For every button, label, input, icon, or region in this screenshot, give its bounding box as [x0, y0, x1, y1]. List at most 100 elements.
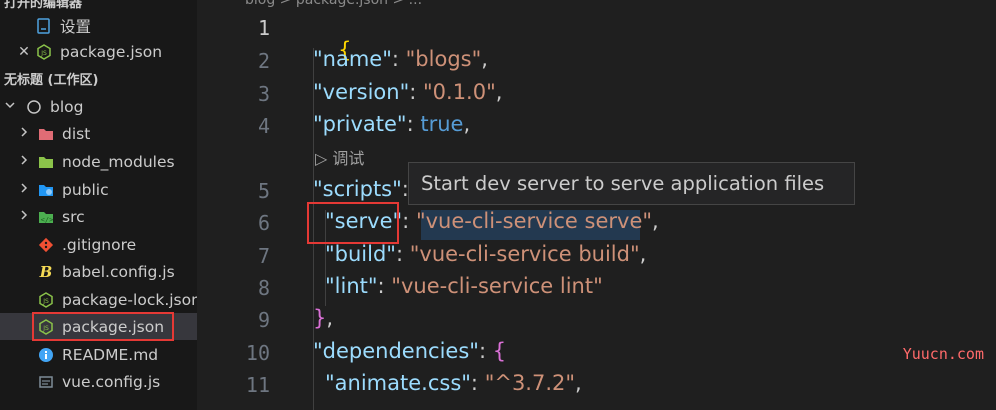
- workspace-header-label: 无标题 (工作区): [4, 72, 99, 88]
- json-string: "vue-cli-service lint": [391, 274, 603, 298]
- tree-item-vue-config[interactable]: vue.config.js: [0, 368, 197, 395]
- code-line-5[interactable]: "scripts":: [313, 177, 409, 201]
- nodejs-file-icon: JS: [36, 43, 52, 60]
- brace: }: [313, 306, 327, 330]
- punct: :: [377, 274, 392, 298]
- json-key: "scripts": [313, 177, 402, 201]
- line-number: 2: [257, 49, 270, 73]
- json-key: "animate.css": [325, 371, 471, 395]
- tree-item-label: vue.config.js: [62, 372, 161, 391]
- folder-circle-icon: [26, 99, 42, 115]
- chevron-right-icon: [18, 126, 30, 142]
- json-key: "version": [313, 80, 410, 104]
- settings-file-icon: [36, 17, 52, 34]
- json-key: "private": [313, 112, 407, 136]
- tree-item-package-lock-json[interactable]: JS package-lock.json: [0, 286, 197, 313]
- svg-text:JS: JS: [40, 50, 47, 57]
- punct: ,: [639, 242, 647, 266]
- svg-text:</>: </>: [41, 216, 54, 224]
- punct: :: [409, 80, 423, 104]
- json-key: "dependencies": [313, 339, 479, 363]
- code-line-3[interactable]: "version": "0.1.0",: [313, 80, 502, 104]
- punct: ,: [463, 112, 471, 136]
- src-folder-icon: </>: [38, 209, 54, 225]
- json-string: "blogs": [405, 47, 482, 71]
- nodejs-file-icon: JS: [38, 291, 54, 308]
- code-line-8[interactable]: "lint": "vue-cli-service lint": [325, 274, 603, 298]
- annotation-highlight-box: [307, 202, 399, 244]
- code-line-7[interactable]: "build": "vue-cli-service build",: [325, 242, 646, 266]
- root-folder-blog[interactable]: blog: [0, 93, 197, 120]
- annotation-highlight-box: [32, 312, 174, 341]
- punct: ,: [575, 371, 582, 395]
- tree-item-node-modules[interactable]: node_modules: [0, 148, 197, 175]
- tooltip-text: Start dev server to serve application fi…: [421, 172, 825, 195]
- vscode-window: 打开的编辑器 设置 ✕ JS package.json 无标题 (工作区) bl…: [0, 0, 996, 410]
- tree-item-label: README.md: [62, 345, 159, 364]
- tree-item-gitignore[interactable]: .gitignore: [0, 231, 197, 258]
- punct: :: [406, 112, 421, 136]
- punct: :: [470, 371, 485, 395]
- code-editor[interactable]: blog > package.json > ... 1 2 3 4 5 6 7 …: [197, 0, 996, 410]
- svg-text:JS: JS: [42, 298, 49, 305]
- open-editor-label: package.json: [60, 42, 163, 61]
- punct: ,: [481, 47, 488, 71]
- code-line-4[interactable]: "private": true,: [313, 112, 470, 136]
- line-number: 11: [245, 373, 270, 397]
- tree-item-label: node_modules: [62, 152, 175, 171]
- js-config-file-icon: [38, 374, 54, 390]
- json-string: "0.1.0": [423, 80, 496, 104]
- debug-codelens[interactable]: ▷ 调试: [315, 145, 364, 169]
- line-number: 10: [245, 341, 270, 365]
- punct: :: [395, 242, 410, 266]
- json-key: "name": [313, 47, 392, 71]
- tree-item-label: babel.config.js: [62, 262, 175, 281]
- tree-item-src[interactable]: </> src: [0, 203, 197, 230]
- punct: :: [478, 339, 493, 363]
- code-line-2[interactable]: "name": "blogs",: [313, 47, 488, 71]
- json-key: "lint": [325, 274, 378, 298]
- workspace-header[interactable]: 无标题 (工作区): [0, 66, 197, 90]
- tree-item-label: package-lock.json: [62, 290, 197, 309]
- node-modules-folder-icon: [38, 154, 54, 170]
- dist-folder-icon: [38, 126, 54, 142]
- open-editor-package-json[interactable]: ✕ JS package.json: [0, 38, 197, 65]
- hover-tooltip: Start dev server to serve application fi…: [408, 162, 855, 205]
- chevron-right-icon: [18, 209, 30, 225]
- breadcrumb[interactable]: blog > package.json > ...: [197, 0, 422, 8]
- public-folder-icon: [38, 182, 54, 198]
- chevron-down-icon: [4, 99, 16, 115]
- line-number: 1: [257, 16, 270, 40]
- tree-item-label: src: [62, 207, 85, 226]
- code-line-11[interactable]: "animate.css": "^3.7.2",: [325, 371, 582, 395]
- line-number: 9: [257, 308, 270, 332]
- open-editor-label: 设置: [60, 17, 92, 36]
- code-line-10[interactable]: "dependencies": {: [313, 339, 506, 363]
- chevron-right-icon: [18, 182, 30, 198]
- code-line-9[interactable]: },: [313, 306, 333, 330]
- open-editors-header-label: 打开的编辑器: [4, 0, 83, 11]
- punct: :: [402, 209, 416, 233]
- json-string: "vue-cli-service serve": [415, 209, 653, 233]
- tree-item-babel-config[interactable]: B babel.config.js: [0, 258, 197, 285]
- json-key: "build": [325, 242, 396, 266]
- open-editor-settings[interactable]: 设置: [0, 12, 197, 39]
- tree-item-label: .gitignore: [62, 235, 137, 254]
- line-number: 7: [257, 244, 270, 268]
- chevron-right-icon: [18, 154, 30, 170]
- line-number: 6: [257, 211, 270, 235]
- punct: :: [391, 47, 406, 71]
- json-string: "vue-cli-service build": [409, 242, 640, 266]
- root-folder-label: blog: [50, 97, 84, 116]
- json-boolean: true: [420, 112, 464, 136]
- git-file-icon: [38, 237, 54, 253]
- close-icon[interactable]: ✕: [18, 44, 30, 60]
- explorer-sidebar: 打开的编辑器 设置 ✕ JS package.json 无标题 (工作区) bl…: [0, 0, 197, 410]
- brace: {: [492, 339, 507, 363]
- punct: ,: [652, 209, 659, 233]
- line-number: 4: [257, 114, 270, 138]
- tree-item-readme[interactable]: README.md: [0, 341, 197, 368]
- tree-item-public[interactable]: public: [0, 176, 197, 203]
- babel-file-icon: B: [39, 262, 53, 281]
- tree-item-dist[interactable]: dist: [0, 120, 197, 147]
